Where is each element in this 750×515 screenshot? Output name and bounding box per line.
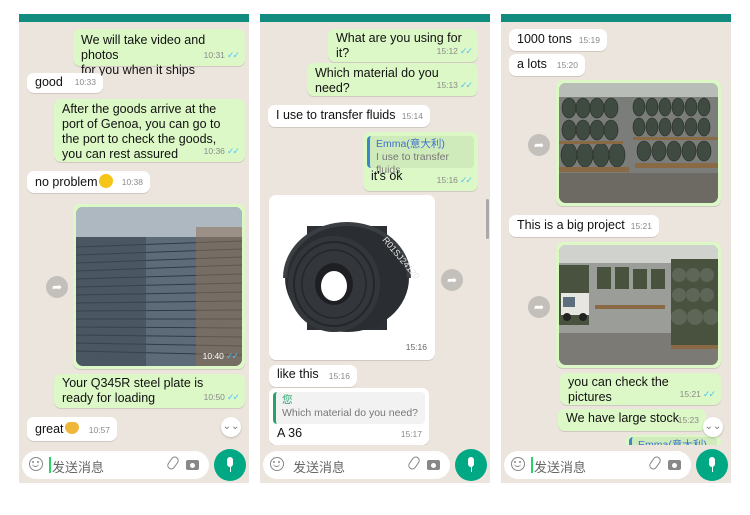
- message-time: 15:16: [405, 342, 427, 352]
- message-input-bar: 发送消息: [501, 445, 731, 483]
- double-check-icon: ✓✓: [226, 392, 240, 402]
- image-message-outgoing[interactable]: 10:40 ✓✓: [73, 204, 245, 369]
- message-incoming[interactable]: great 10:57: [27, 417, 117, 441]
- quote-text: Which material do you need?: [282, 407, 418, 419]
- text-caret: [531, 457, 533, 473]
- chat-panel-3: 1000 tons 15:19 a lots 15:20 ➦ This is a…: [501, 14, 731, 483]
- image-message-incoming[interactable]: R01SJ24120 15:16: [269, 195, 435, 360]
- message-time: 15:17: [400, 429, 422, 439]
- camera-icon[interactable]: [668, 460, 681, 470]
- message-time: 10:33: [74, 77, 96, 87]
- double-check-icon: ✓✓: [459, 80, 473, 90]
- message-incoming[interactable]: I use to transfer fluids 15:14: [268, 105, 430, 127]
- chat-panel-2: What are you using for it? 15:12 ✓✓ Which…: [260, 14, 490, 483]
- forward-arrow-icon[interactable]: ➦: [528, 296, 550, 318]
- chat-panel-1: We will take video and photos for you wh…: [19, 14, 249, 483]
- scroll-down-button[interactable]: ⌄⌄: [703, 417, 723, 437]
- message-incoming[interactable]: like this 15:16: [269, 365, 357, 387]
- message-time: 15:21: [630, 221, 652, 231]
- message-input-bar: 发送消息: [19, 445, 249, 483]
- message-outgoing[interactable]: Your Q345R steel plate is ready for load…: [54, 374, 245, 408]
- smiley-icon[interactable]: [511, 457, 525, 471]
- message-time: 15:16: [328, 371, 350, 381]
- quote-sender: 您: [282, 394, 293, 406]
- microphone-icon[interactable]: [455, 449, 487, 481]
- microphone-icon[interactable]: [214, 449, 246, 481]
- input-placeholder: 发送消息: [293, 460, 346, 475]
- steel-coil-photo[interactable]: R01SJ24120 15:16: [272, 198, 432, 357]
- message-incoming[interactable]: no problem 10:38: [27, 171, 150, 193]
- message-outgoing[interactable]: We will take video and photos for you wh…: [73, 29, 245, 77]
- smiley-icon[interactable]: [29, 457, 43, 471]
- quoted-message[interactable]: Emma(意大利) I use to transfer fluids: [367, 136, 474, 176]
- message-time: 10:40: [202, 351, 224, 361]
- wire-coils-warehouse-photo[interactable]: [559, 83, 718, 203]
- forward-arrow-icon[interactable]: ➦: [441, 269, 463, 291]
- message-time: 15:19: [578, 35, 600, 45]
- double-check-icon: ✓✓: [226, 146, 240, 156]
- double-check-icon: ✓✓: [702, 389, 716, 399]
- message-outgoing[interactable]: you can check the pictures 15:21 ✓✓: [560, 373, 721, 405]
- chat-header: [260, 14, 490, 22]
- message-incoming[interactable]: a lots 15:20: [509, 54, 585, 76]
- paperclip-icon[interactable]: [406, 454, 422, 472]
- message-time: 15:12: [436, 46, 458, 56]
- steel-plates-photo[interactable]: 10:40 ✓✓: [76, 207, 242, 366]
- message-incoming[interactable]: good 10:33: [27, 73, 103, 93]
- message-time: 10:36: [203, 146, 225, 156]
- handshake-emoji-icon: [64, 422, 79, 434]
- image-message-outgoing[interactable]: [556, 242, 721, 368]
- paperclip-icon[interactable]: [165, 454, 181, 472]
- microphone-icon[interactable]: [696, 449, 728, 481]
- forward-arrow-icon[interactable]: ➦: [46, 276, 68, 298]
- smiley-icon[interactable]: [270, 457, 284, 471]
- message-input[interactable]: 发送消息: [22, 451, 209, 479]
- message-incoming-reply[interactable]: 您 Which material do you need? A 36 15:17: [269, 388, 429, 445]
- camera-icon[interactable]: [427, 460, 440, 470]
- warehouse-with-truck-photo[interactable]: [559, 245, 718, 365]
- double-check-icon: ✓✓: [225, 351, 239, 361]
- message-incoming[interactable]: This is a big project 15:21: [509, 215, 659, 237]
- message-input-bar: 发送消息: [260, 445, 490, 483]
- message-text: it's ok: [371, 169, 403, 183]
- double-check-icon: ✓✓: [459, 175, 473, 185]
- message-time: 15:23: [677, 415, 699, 425]
- message-time: 10:57: [88, 425, 110, 435]
- quote-sender: Emma(意大利): [376, 138, 445, 150]
- message-outgoing[interactable]: After the goods arrive at the port of Ge…: [54, 99, 245, 162]
- text-caret: [49, 457, 51, 473]
- image-message-outgoing[interactable]: [556, 80, 721, 206]
- paperclip-icon[interactable]: [647, 454, 663, 472]
- message-input[interactable]: 发送消息: [263, 451, 450, 479]
- quoted-message[interactable]: 您 Which material do you need?: [273, 392, 425, 424]
- scrollbar[interactable]: [486, 199, 489, 239]
- input-placeholder: 发送消息: [52, 460, 105, 475]
- chat-header: [501, 14, 731, 22]
- grinning-emoji-icon: [98, 174, 113, 188]
- message-outgoing[interactable]: What are you using for it? 15:12 ✓✓: [328, 29, 478, 62]
- scroll-down-button[interactable]: ⌄⌄: [221, 417, 241, 437]
- message-time: 15:20: [556, 60, 578, 70]
- message-time: 10:31: [203, 50, 225, 60]
- message-outgoing[interactable]: Which material do you need? 15:13 ✓✓: [307, 63, 478, 96]
- message-time: 15:21: [679, 389, 701, 399]
- camera-icon[interactable]: [186, 460, 199, 470]
- double-check-icon: ✓✓: [459, 46, 473, 56]
- forward-arrow-icon[interactable]: ➦: [528, 134, 550, 156]
- message-time: 15:16: [436, 175, 458, 185]
- message-incoming[interactable]: 1000 tons 15:19: [509, 29, 607, 51]
- input-placeholder: 发送消息: [534, 460, 587, 475]
- message-text: A 36: [277, 426, 303, 440]
- message-outgoing-reply[interactable]: Emma(意大利) I use to transfer fluids it's …: [363, 132, 478, 191]
- message-time: 10:50: [203, 392, 225, 402]
- message-time: 10:38: [121, 177, 143, 187]
- message-time: 15:13: [436, 80, 458, 90]
- message-input[interactable]: 发送消息: [504, 451, 691, 479]
- message-outgoing[interactable]: We have large stock 15:23: [558, 409, 706, 431]
- message-time: 15:14: [401, 111, 423, 121]
- double-check-icon: ✓✓: [226, 50, 240, 60]
- chat-header: [19, 14, 249, 22]
